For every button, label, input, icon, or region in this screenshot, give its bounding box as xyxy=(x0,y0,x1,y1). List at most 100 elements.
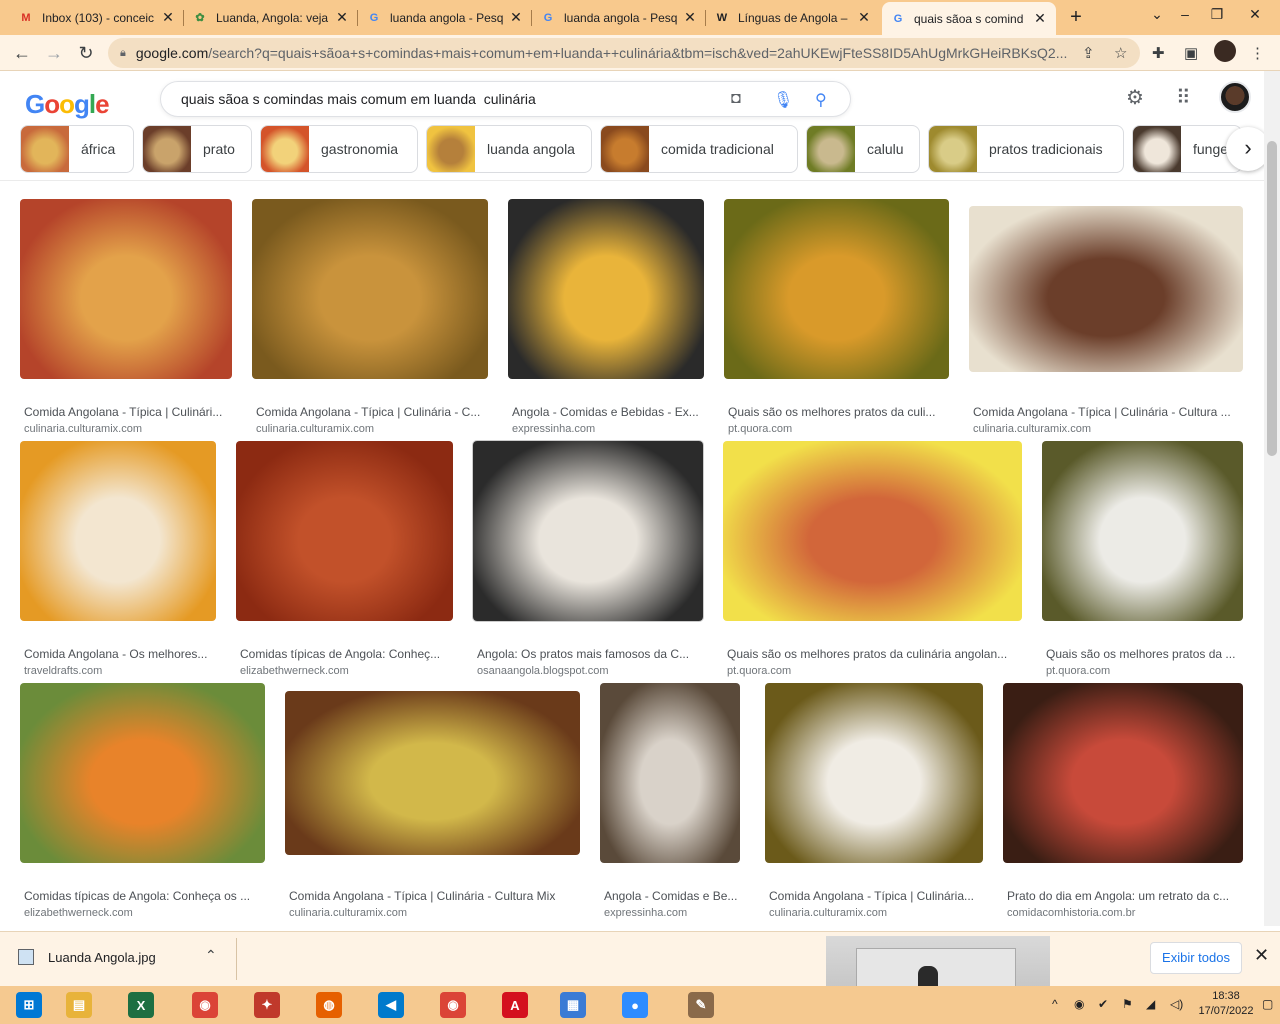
security-icon[interactable]: ✔ xyxy=(1098,997,1108,1011)
tab-wikipedia[interactable]: W Línguas de Angola – ✕ xyxy=(706,4,880,31)
chevron-up-icon[interactable]: ⌃ xyxy=(205,947,217,964)
search-icon[interactable]: ⚲ xyxy=(815,90,827,110)
network-shield-icon[interactable]: ◉ xyxy=(1074,997,1084,1011)
apps-grid-icon[interactable]: ⠿ xyxy=(1176,85,1191,110)
result-title[interactable]: Quais são os melhores pratos da ... xyxy=(1046,647,1241,661)
result-source[interactable]: osanaangola.blogspot.com xyxy=(477,665,699,677)
result-source[interactable]: pt.quora.com xyxy=(1046,665,1241,677)
reload-icon[interactable]: ↻ xyxy=(74,41,98,65)
tab-search-2[interactable]: G luanda angola - Pesq ✕ xyxy=(532,4,706,31)
bookmark-star-icon[interactable]: ☆ xyxy=(1114,44,1127,62)
result-title[interactable]: Prato do dia em Angola: um retrato da c.… xyxy=(1007,889,1239,903)
chip-comida-tradicional[interactable]: comida tradicional xyxy=(600,125,798,173)
wifi-icon[interactable]: ◢ xyxy=(1146,997,1155,1011)
restore-button[interactable]: ❐ xyxy=(1202,0,1232,30)
result-title[interactable]: Comida Angolana - Os melhores... xyxy=(24,647,214,661)
tab-search-1[interactable]: G luanda angola - Pesq ✕ xyxy=(358,4,532,31)
taskbar-app[interactable]: ● xyxy=(606,988,664,1022)
result-title[interactable]: Comidas típicas de Angola: Conheç... xyxy=(240,647,450,661)
result-title[interactable]: Comida Angolana - Típica | Culinária - C… xyxy=(973,405,1239,419)
taskbar-app[interactable]: ✦ xyxy=(238,988,296,1022)
camera-icon[interactable]: ◘ xyxy=(731,90,741,108)
close-icon[interactable]: ✕ xyxy=(160,9,176,26)
taskbar-app[interactable]: X xyxy=(112,988,170,1022)
result-title[interactable]: Angola: Os pratos mais famosos da C... xyxy=(477,647,699,661)
chip-prato[interactable]: prato xyxy=(142,125,252,173)
close-icon[interactable]: ✕ xyxy=(682,9,698,26)
close-icon[interactable]: ✕ xyxy=(508,9,524,26)
result-source[interactable]: pt.quora.com xyxy=(728,423,946,435)
result-image[interactable] xyxy=(20,683,265,863)
volume-icon[interactable]: ◁) xyxy=(1170,997,1183,1011)
system-clock[interactable]: 18:38 17/07/2022 xyxy=(1196,989,1256,1019)
result-title[interactable]: Comidas típicas de Angola: Conheça os ..… xyxy=(24,889,262,903)
chip-africa[interactable]: áfrica xyxy=(20,125,134,173)
result-image[interactable] xyxy=(473,441,703,621)
lock-icon[interactable]: 🔒︎ xyxy=(120,47,126,60)
close-window-button[interactable]: ✕ xyxy=(1240,0,1270,30)
taskbar-app[interactable]: ✎ xyxy=(672,988,730,1022)
result-image[interactable] xyxy=(508,199,704,379)
result-title[interactable]: Comida Angolana - Típica | Culinária - C… xyxy=(256,405,486,419)
result-image[interactable] xyxy=(969,206,1243,372)
result-title[interactable]: Comida Angolana - Típica | Culinária... xyxy=(769,889,981,903)
result-source[interactable]: culinaria.culturamix.com xyxy=(973,423,1239,435)
search-input[interactable] xyxy=(181,91,701,107)
tab-active-search[interactable]: G quais sãoa s comind ✕ xyxy=(882,2,1056,35)
taskbar-app[interactable]: ▤ xyxy=(50,988,108,1022)
taskbar-app[interactable]: A xyxy=(486,988,544,1022)
minimize-button[interactable]: – xyxy=(1170,0,1200,30)
result-image[interactable] xyxy=(765,683,983,863)
result-image[interactable] xyxy=(236,441,453,621)
chip-luanda-angola[interactable]: luanda angola xyxy=(426,125,592,173)
tab-luanda-article[interactable]: ✿ Luanda, Angola: veja ✕ xyxy=(184,4,358,31)
result-title[interactable]: Angola - Comidas e Bebidas - Ex... xyxy=(512,405,702,419)
show-all-downloads-button[interactable]: Exibir todos xyxy=(1150,942,1242,974)
menu-icon[interactable]: ⋮ xyxy=(1250,44,1265,62)
back-icon[interactable]: ← xyxy=(10,41,34,65)
settings-gear-icon[interactable]: ⚙ xyxy=(1126,85,1144,110)
flag-icon[interactable]: ⚑ xyxy=(1122,997,1133,1011)
result-title[interactable]: Quais são os melhores pratos da culi... xyxy=(728,405,946,419)
result-image[interactable] xyxy=(1042,441,1243,621)
result-source[interactable]: elizabethwerneck.com xyxy=(240,665,450,677)
chip-calulu[interactable]: calulu xyxy=(806,125,920,173)
result-source[interactable]: pt.quora.com xyxy=(727,665,1019,677)
notifications-icon[interactable]: ▢ xyxy=(1262,997,1273,1011)
taskbar-app[interactable]: ◍ xyxy=(300,988,358,1022)
close-icon[interactable]: ✕ xyxy=(1254,945,1269,966)
result-source[interactable]: culinaria.culturamix.com xyxy=(289,907,577,919)
taskbar-app[interactable]: ▦ xyxy=(544,988,602,1022)
side-panel-icon[interactable]: ▣ xyxy=(1184,44,1198,62)
result-title[interactable]: Quais são os melhores pratos da culinári… xyxy=(727,647,1019,661)
result-source[interactable]: expressinha.com xyxy=(512,423,702,435)
result-title[interactable]: Comida Angolana - Típica | Culinária - C… xyxy=(289,889,577,903)
result-title[interactable]: Angola - Comidas e Be... xyxy=(604,889,738,903)
result-source[interactable]: expressinha.com xyxy=(604,907,738,919)
result-source[interactable]: comidacomhistoria.com.br xyxy=(1007,907,1239,919)
tab-gmail[interactable]: M Inbox (103) - conceic ✕ xyxy=(10,4,184,31)
result-image[interactable] xyxy=(252,199,488,379)
close-icon[interactable]: ✕ xyxy=(856,9,872,26)
result-image[interactable] xyxy=(600,683,740,863)
chip-gastronomia[interactable]: gastronomia xyxy=(260,125,418,173)
taskbar-app[interactable]: ◉ xyxy=(424,988,482,1022)
profile-avatar[interactable] xyxy=(1214,40,1236,62)
page-scrollbar[interactable] xyxy=(1264,71,1280,926)
microphone-icon[interactable]: 🎙︎ xyxy=(773,90,793,110)
result-image[interactable] xyxy=(285,691,580,855)
search-box[interactable]: ◘ 🎙︎ ⚲ xyxy=(160,81,851,117)
result-image[interactable] xyxy=(20,199,232,379)
result-source[interactable]: culinaria.culturamix.com xyxy=(769,907,981,919)
result-source[interactable]: traveldrafts.com xyxy=(24,665,214,677)
address-bar[interactable]: 🔒︎ google.com/search?q=quais+sãoa+s+comi… xyxy=(108,38,1140,68)
new-tab-button[interactable]: + xyxy=(1064,6,1088,28)
share-icon[interactable]: ⇪ xyxy=(1082,44,1095,62)
tab-search-button[interactable]: ⌄ xyxy=(1142,0,1172,30)
download-item[interactable]: Luanda Angola.jpg xyxy=(18,949,156,965)
forward-icon[interactable]: → xyxy=(42,41,66,65)
result-source[interactable]: culinaria.culturamix.com xyxy=(24,423,230,435)
extensions-icon[interactable]: ✚ xyxy=(1152,44,1165,62)
result-image[interactable] xyxy=(723,441,1022,621)
chip-pratos-tradicionais[interactable]: pratos tradicionais xyxy=(928,125,1124,173)
